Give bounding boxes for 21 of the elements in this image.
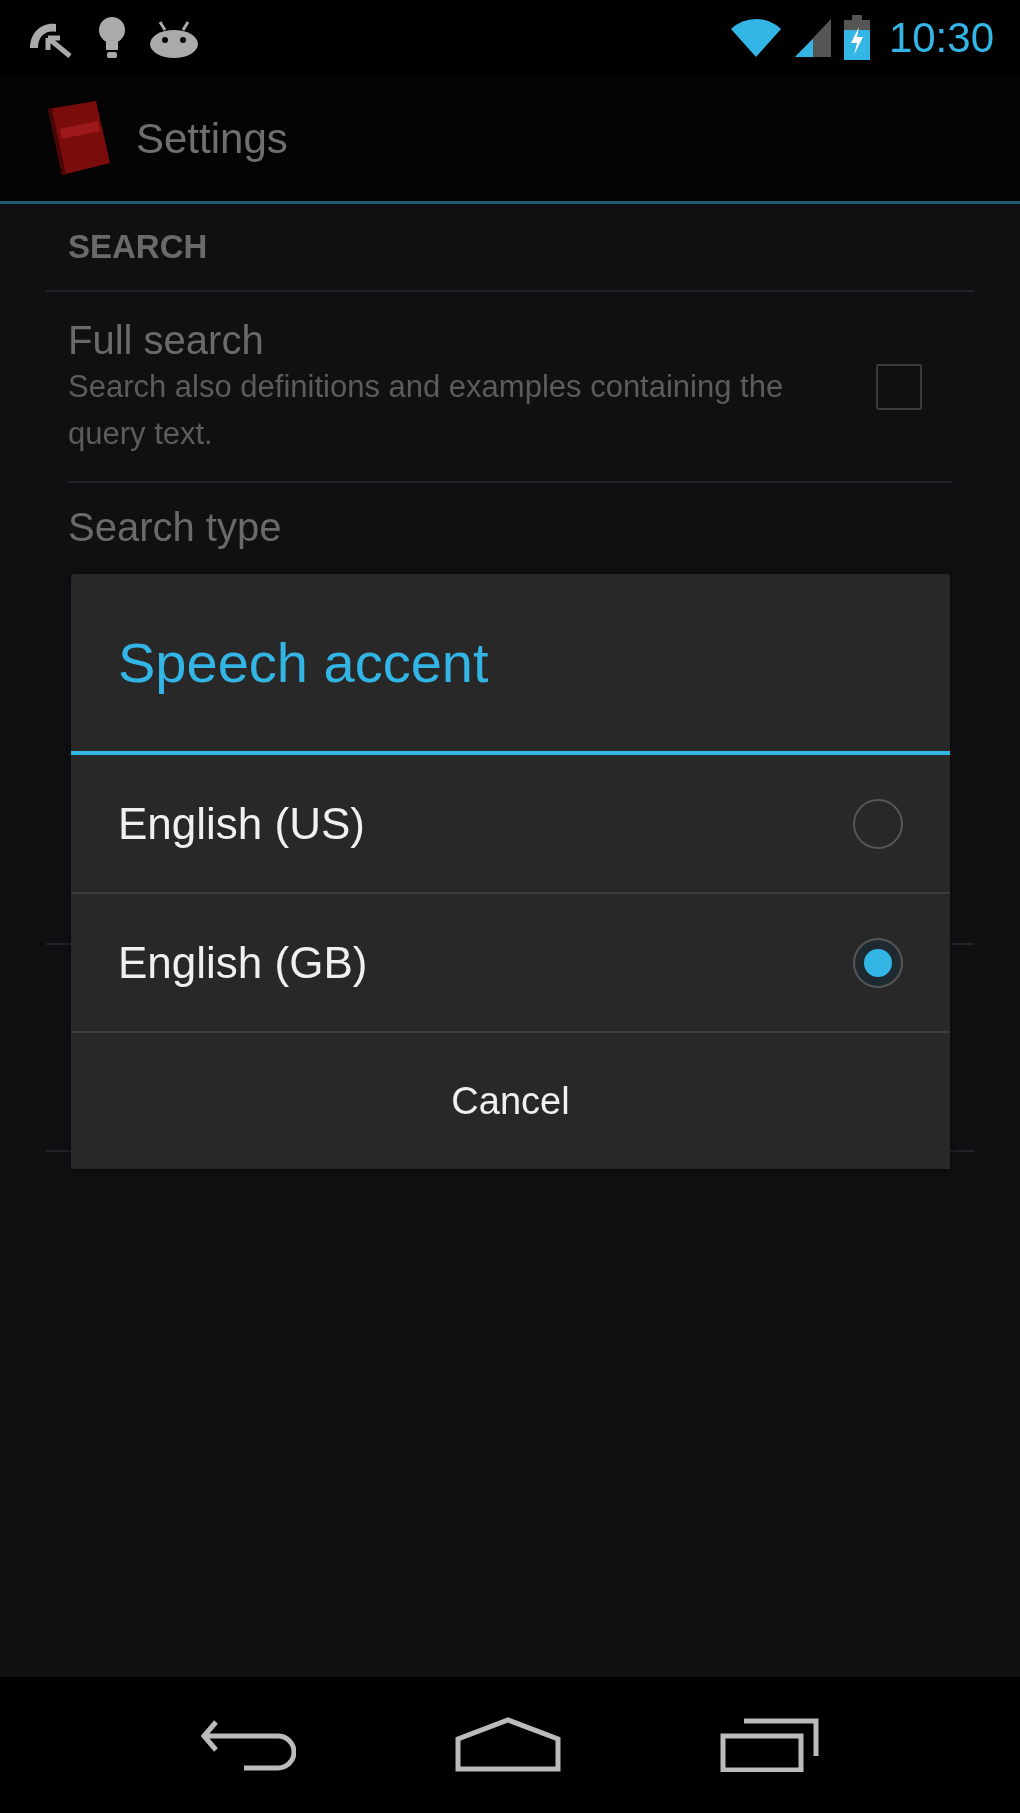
category-header: SEARCH xyxy=(68,227,208,268)
radio-option[interactable]: English (US) xyxy=(71,755,950,894)
preference-summary: Search also definitions and examples containing the query text. xyxy=(68,368,785,453)
checkbox[interactable] xyxy=(876,363,922,410)
back-icon[interactable] xyxy=(199,1718,296,1772)
dialog-title: Speech accent xyxy=(118,629,489,696)
book-icon xyxy=(46,99,112,177)
radio-button[interactable] xyxy=(853,937,903,988)
clock-time: 10:30 xyxy=(888,16,994,59)
wifi-icon xyxy=(728,16,783,59)
home-icon[interactable] xyxy=(455,1717,561,1773)
option-label: English (US) xyxy=(118,797,365,850)
battery-charging-icon xyxy=(842,14,871,61)
preference-title: Full search xyxy=(68,317,265,364)
cancel-button[interactable]: Cancel xyxy=(71,1033,950,1169)
recent-apps-icon[interactable] xyxy=(720,1718,821,1772)
screen-title: Settings xyxy=(136,113,288,164)
lightbulb-icon xyxy=(98,15,126,60)
preference-title: Search type xyxy=(68,505,282,549)
radio-button[interactable] xyxy=(853,798,903,849)
option-label: English (GB) xyxy=(118,936,368,989)
